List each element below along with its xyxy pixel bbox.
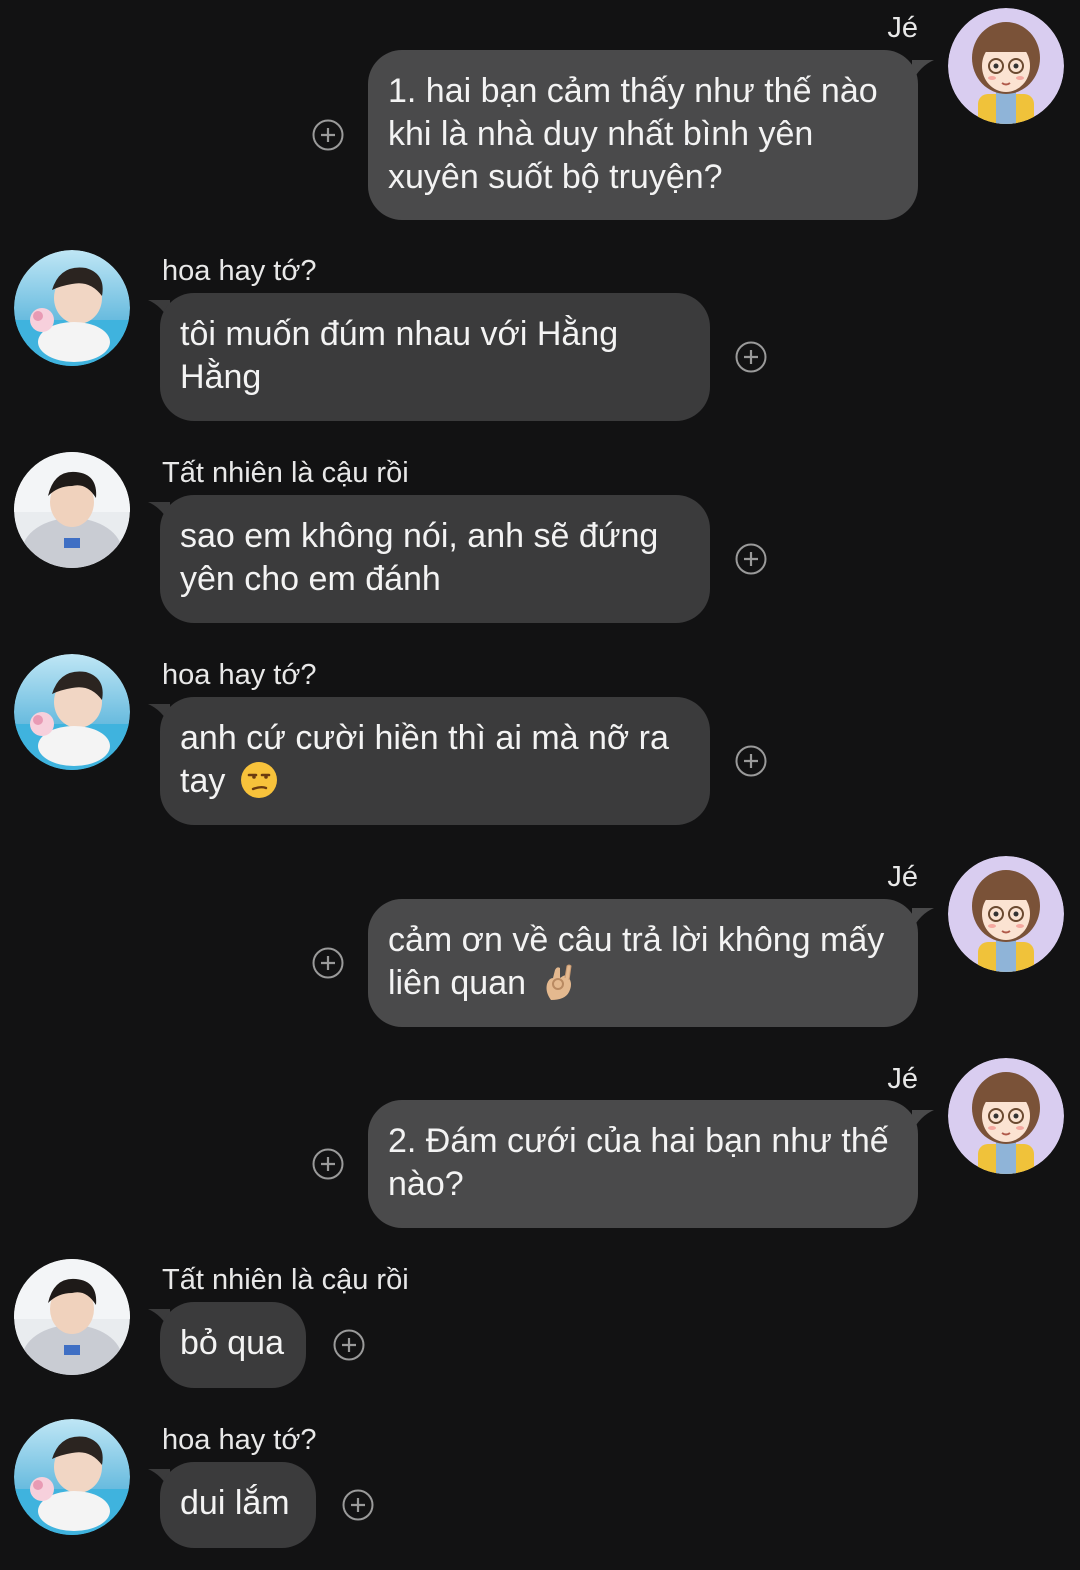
message-text: sao em không nói, anh sẽ đứng yên cho em…: [180, 517, 659, 598]
sender-name: Jé: [887, 1063, 918, 1095]
message-text: cảm ơn về câu trả lời không mấy liên qua…: [388, 921, 885, 1002]
sender-name: hoa hay tớ?: [162, 659, 317, 691]
sender-name: Jé: [887, 12, 918, 44]
avatar[interactable]: [948, 856, 1064, 972]
message-text: 2. Đám cưới của hai bạn như thế nào?: [388, 1122, 889, 1203]
avatar[interactable]: [14, 1419, 130, 1535]
add-reaction-icon[interactable]: [312, 947, 344, 979]
message-bubble[interactable]: anh cứ cười hiền thì ai mà nỡ ra tay: [160, 697, 710, 825]
unamused-face-emoji: [239, 760, 279, 800]
message-text: 1. hai bạn cảm thấy như thế nào khi là n…: [388, 72, 878, 196]
message-bubble[interactable]: sao em không nói, anh sẽ đứng yên cho em…: [160, 495, 710, 623]
sender-name: Jé: [887, 861, 918, 893]
avatar[interactable]: [948, 1058, 1064, 1174]
message-bubble[interactable]: tôi muốn đúm nhau với Hằng Hằng: [160, 293, 710, 421]
avatar[interactable]: [14, 1259, 130, 1375]
add-reaction-icon[interactable]: [735, 341, 767, 373]
message-bubble[interactable]: cảm ơn về câu trả lời không mấy liên qua…: [368, 899, 918, 1027]
add-reaction-icon[interactable]: [312, 119, 344, 151]
message-bubble[interactable]: bỏ qua: [160, 1302, 306, 1388]
sender-name: Tất nhiên là cậu rồi: [162, 1264, 409, 1296]
sender-name: hoa hay tớ?: [162, 1424, 317, 1456]
add-reaction-icon[interactable]: [333, 1329, 365, 1361]
ok-hand-emoji: [539, 962, 579, 1002]
add-reaction-icon[interactable]: [342, 1489, 374, 1521]
sender-name: hoa hay tớ?: [162, 255, 317, 287]
message-bubble[interactable]: 1. hai bạn cảm thấy như thế nào khi là n…: [368, 50, 918, 220]
avatar[interactable]: [14, 654, 130, 770]
avatar[interactable]: [14, 452, 130, 568]
avatar[interactable]: [14, 250, 130, 366]
add-reaction-icon[interactable]: [312, 1148, 344, 1180]
message-text: tôi muốn đúm nhau với Hằng Hằng: [180, 315, 619, 396]
message-bubble[interactable]: 2. Đám cưới của hai bạn như thế nào?: [368, 1100, 918, 1228]
avatar[interactable]: [948, 8, 1064, 124]
sender-name: Tất nhiên là cậu rồi: [162, 457, 409, 489]
message-text: dui lắm: [180, 1484, 290, 1522]
message-text: bỏ qua: [180, 1324, 284, 1362]
add-reaction-icon[interactable]: [735, 745, 767, 777]
message-bubble[interactable]: dui lắm: [160, 1462, 316, 1548]
add-reaction-icon[interactable]: [735, 543, 767, 575]
